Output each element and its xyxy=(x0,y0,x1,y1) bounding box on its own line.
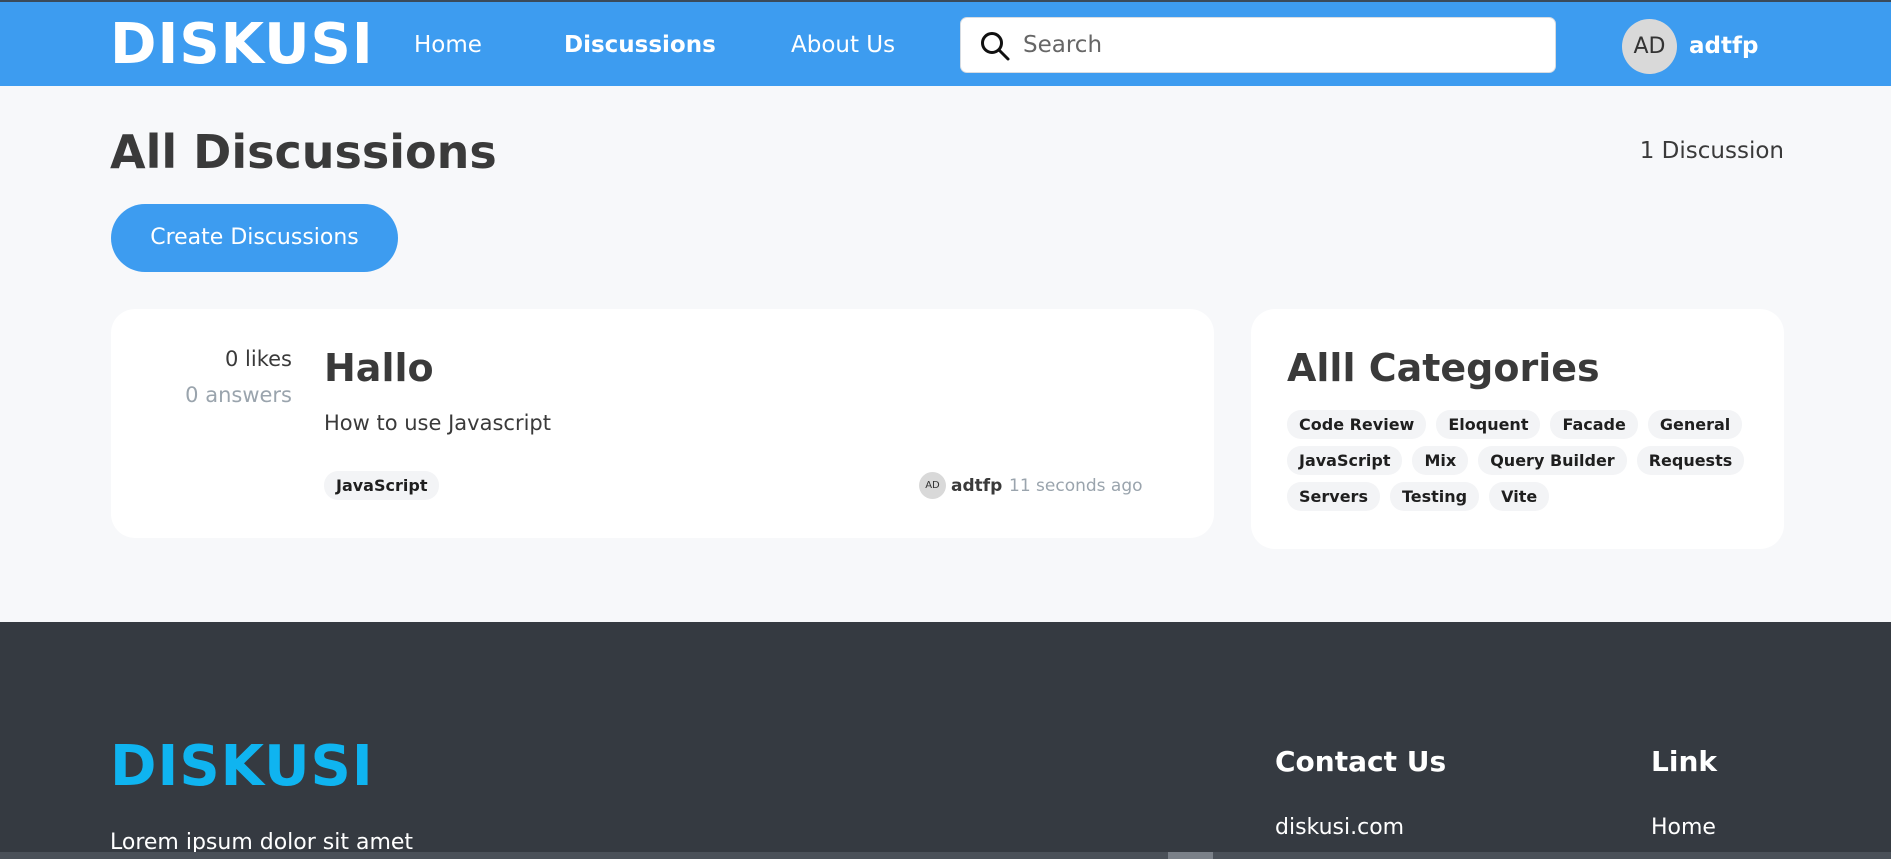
create-discussion-button[interactable]: Create Discussions xyxy=(111,204,398,272)
footer-link-home[interactable]: Home xyxy=(1651,814,1716,842)
discussion-tag[interactable]: JavaScript xyxy=(324,471,440,500)
category-tag[interactable]: Eloquent xyxy=(1436,410,1541,439)
footer-link-heading: Link xyxy=(1651,745,1717,778)
user-name[interactable]: adtfp xyxy=(1689,31,1758,61)
search-box xyxy=(960,17,1556,73)
scrollbar-thumb[interactable] xyxy=(1168,852,1213,859)
answers-count: 0 answers xyxy=(185,383,292,407)
nav-link-about-us[interactable]: About Us xyxy=(791,30,895,60)
category-tag[interactable]: JavaScript xyxy=(1287,446,1403,475)
nav-link-home[interactable]: Home xyxy=(414,30,482,60)
navbar: DISKUSI Home Discussions About Us AD adt… xyxy=(0,0,1891,86)
category-tag[interactable]: Code Review xyxy=(1287,410,1427,439)
category-tag[interactable]: Vite xyxy=(1489,482,1550,511)
categories-title: Alll Categories xyxy=(1287,346,1600,390)
post-time: 11 seconds ago xyxy=(1009,476,1143,496)
user-avatar[interactable]: AD xyxy=(1622,19,1677,74)
footer-contact-link[interactable]: diskusi.com xyxy=(1275,814,1404,842)
category-tag[interactable]: Facade xyxy=(1550,410,1638,439)
discussion-excerpt: How to use Javascript xyxy=(324,411,551,435)
category-tag[interactable]: Testing xyxy=(1389,482,1480,511)
horizontal-scrollbar[interactable] xyxy=(0,852,1891,859)
footer-brand-logo: DISKUSI xyxy=(110,734,374,799)
category-list: Code Review Eloquent Facade General Java… xyxy=(1287,410,1757,511)
discussion-card: 0 likes 0 answers Hallo How to use Javas… xyxy=(111,309,1214,538)
category-tag[interactable]: Requests xyxy=(1636,446,1745,475)
search-input[interactable] xyxy=(1023,24,1533,66)
footer: DISKUSI Lorem ipsum dolor sit amet Conta… xyxy=(0,622,1891,859)
page-title: All Discussions xyxy=(110,125,497,179)
category-tag[interactable]: Mix xyxy=(1412,446,1469,475)
author-name[interactable]: adtfp xyxy=(951,474,1002,498)
likes-count: 0 likes xyxy=(225,347,292,371)
nav-link-discussions[interactable]: Discussions xyxy=(564,30,716,60)
category-tag[interactable]: Servers xyxy=(1287,482,1380,511)
discussion-title[interactable]: Hallo xyxy=(324,345,434,391)
category-tag[interactable]: Query Builder xyxy=(1478,446,1627,475)
category-tag[interactable]: General xyxy=(1647,410,1743,439)
brand-logo[interactable]: DISKUSI xyxy=(110,14,374,76)
footer-contact-heading: Contact Us xyxy=(1275,745,1447,778)
categories-card: Alll Categories Code Review Eloquent Fac… xyxy=(1251,309,1784,549)
author-avatar: AD xyxy=(919,472,946,499)
search-icon xyxy=(981,32,1010,61)
discussion-count: 1 Discussion xyxy=(1639,138,1784,164)
